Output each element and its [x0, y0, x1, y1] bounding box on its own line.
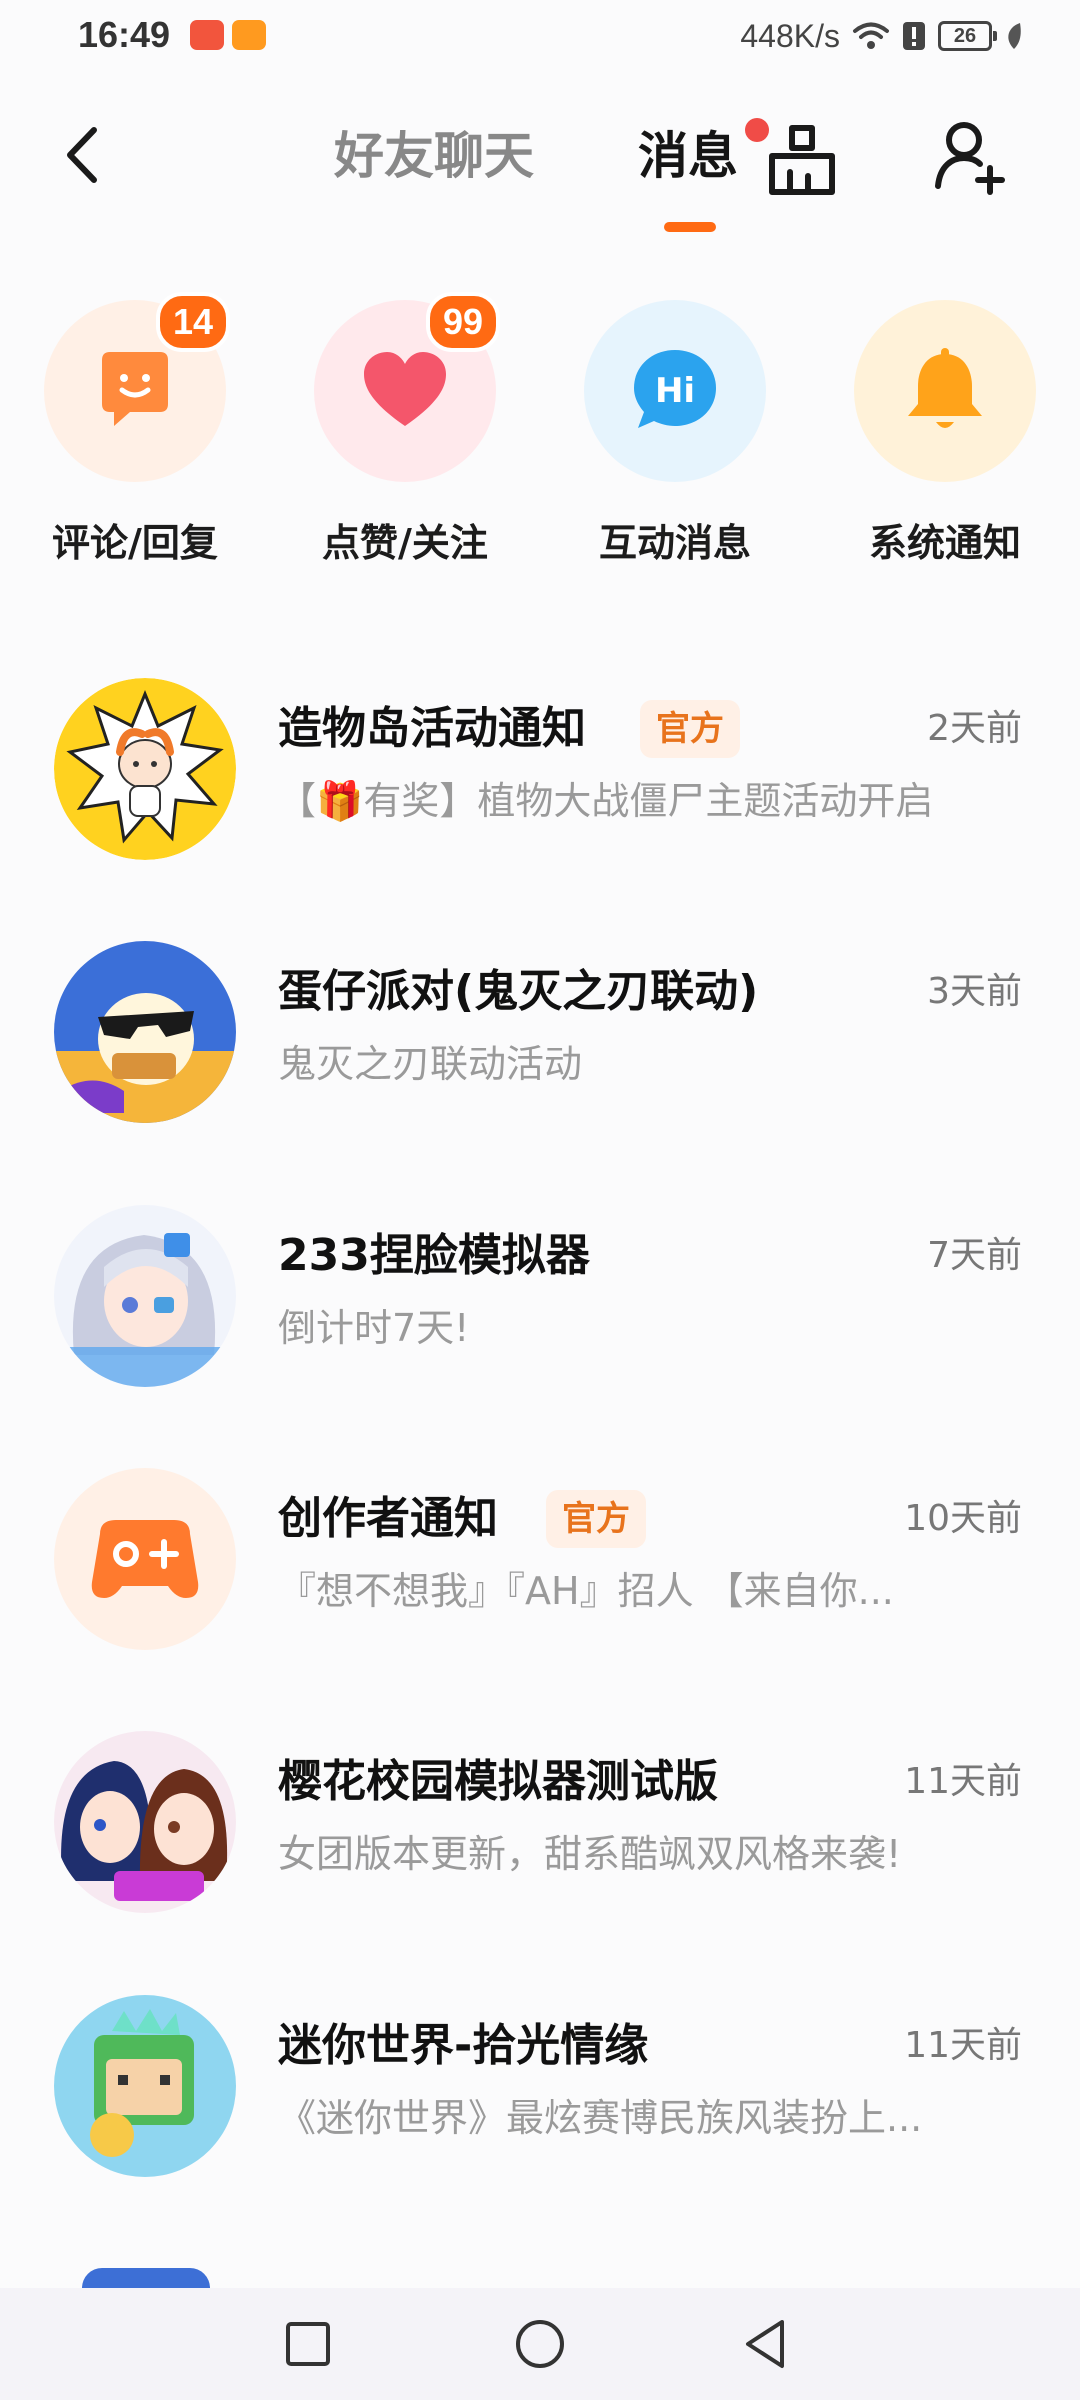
category-interactions[interactable]: Hi 互动消息 — [580, 300, 770, 567]
navigation-bar — [0, 2288, 1080, 2400]
message-time: 11天前 — [904, 1761, 1022, 1802]
message-preview: 『想不想我』『AH』招人 【来自你... — [278, 1569, 894, 1613]
message-title: 蛋仔派对(鬼灭之刃联动) — [278, 966, 759, 1017]
avatar — [54, 1468, 236, 1650]
list-item[interactable]: 蛋仔派对(鬼灭之刃联动) 3天前 鬼灭之刃联动活动 — [0, 941, 1080, 1141]
comment-icon — [102, 352, 168, 426]
message-preview: 【🎁有奖】植物大战僵尸主题活动开启 — [278, 779, 934, 823]
back-icon[interactable] — [52, 120, 112, 190]
heart-icon — [364, 352, 446, 426]
avatar — [54, 678, 236, 860]
message-title: 创作者通知 — [278, 1493, 498, 1544]
tab-friend-chat[interactable]: 好友聊天 — [334, 124, 534, 188]
avatar — [54, 1205, 236, 1387]
app-notification-icon — [190, 20, 224, 50]
header: 好友聊天 消息 — [0, 88, 1080, 238]
message-time: 3天前 — [927, 971, 1022, 1012]
avatar — [54, 1995, 236, 2177]
add-friend-icon[interactable] — [930, 116, 1010, 196]
recents-icon[interactable] — [278, 2314, 338, 2374]
message-title: 樱花校园模拟器测试版 — [278, 1756, 718, 1807]
list-item[interactable]: 樱花校园模拟器测试版 11天前 女团版本更新，甜系酷飒双风格来袭! — [0, 1731, 1080, 1931]
hi-circle: Hi — [584, 300, 766, 482]
leaf-icon — [1008, 23, 1021, 49]
gamepad-icon — [91, 1520, 199, 1598]
avatar — [82, 2268, 210, 2288]
svg-text:Hi: Hi — [655, 371, 695, 411]
category-label: 互动消息 — [598, 521, 751, 565]
message-title: 造物岛活动通知 — [278, 703, 586, 754]
network-speed: 448K/s — [740, 17, 840, 54]
list-item[interactable]: 233捏脸模拟器 7天前 倒计时7天! — [0, 1205, 1080, 1405]
messages-screen: 16:49 448K/s 26 好友聊天 消息 14 评论/回复 99 点赞/关… — [0, 0, 1080, 2400]
message-title: 迷你世界-拾光情缘 — [278, 2020, 649, 2071]
active-tab-indicator — [664, 222, 716, 232]
heart-circle: 99 — [314, 292, 500, 482]
broom-icon[interactable] — [762, 120, 842, 200]
message-title: 233捏脸模拟器 — [278, 1230, 590, 1281]
message-preview: 女团版本更新，甜系酷飒双风格来袭! — [278, 1832, 902, 1876]
message-preview: 《迷你世界》最炫赛博民族风装扮上... — [278, 2096, 923, 2140]
likes-badge: 99 — [426, 292, 500, 352]
tab-messages[interactable]: 消息 — [638, 124, 738, 188]
message-time: 7天前 — [927, 1235, 1022, 1276]
alert-icon — [903, 22, 925, 50]
official-badge: 官方 — [546, 1490, 646, 1548]
status-bar: 16:49 448K/s 26 — [0, 0, 1080, 72]
home-icon[interactable] — [510, 2314, 570, 2374]
official-badge: 官方 — [640, 700, 740, 758]
bell-icon — [908, 348, 982, 428]
comment-circle: 14 — [44, 292, 230, 482]
category-system[interactable]: 系统通知 — [850, 300, 1040, 567]
status-time: 16:49 — [78, 14, 171, 55]
bell-circle — [854, 300, 1036, 482]
message-time: 10天前 — [904, 1498, 1022, 1539]
category-label: 评论/回复 — [52, 521, 218, 565]
back-nav-icon[interactable] — [736, 2314, 796, 2374]
battery-icon: 26 — [938, 21, 997, 51]
avatar — [54, 1731, 236, 1913]
message-time: 11天前 — [904, 2025, 1022, 2066]
list-item[interactable]: 造物岛活动通知 官方 2天前 【🎁有奖】植物大战僵尸主题活动开启 — [0, 678, 1080, 878]
video-app-icon — [232, 20, 266, 50]
category-likes[interactable]: 99 点赞/关注 — [310, 292, 500, 567]
hi-icon: Hi — [634, 350, 716, 428]
list-item[interactable]: 创作者通知 官方 10天前 『想不想我』『AH』招人 【来自你... — [0, 1468, 1080, 1668]
category-label: 点赞/关注 — [322, 521, 488, 565]
message-preview: 倒计时7天! — [278, 1306, 470, 1350]
comment-badge: 14 — [156, 292, 230, 352]
category-label: 系统通知 — [868, 521, 1021, 565]
avatar — [54, 941, 236, 1123]
wifi-icon — [853, 22, 889, 49]
message-preview: 鬼灭之刃联动活动 — [278, 1042, 583, 1086]
message-time: 2天前 — [927, 708, 1022, 749]
category-comments[interactable]: 14 评论/回复 — [40, 292, 230, 567]
list-item[interactable]: 迷你世界-拾光情缘 11天前 《迷你世界》最炫赛博民族风装扮上... — [0, 1995, 1080, 2195]
status-indicators: 448K/s 26 — [740, 14, 1024, 58]
